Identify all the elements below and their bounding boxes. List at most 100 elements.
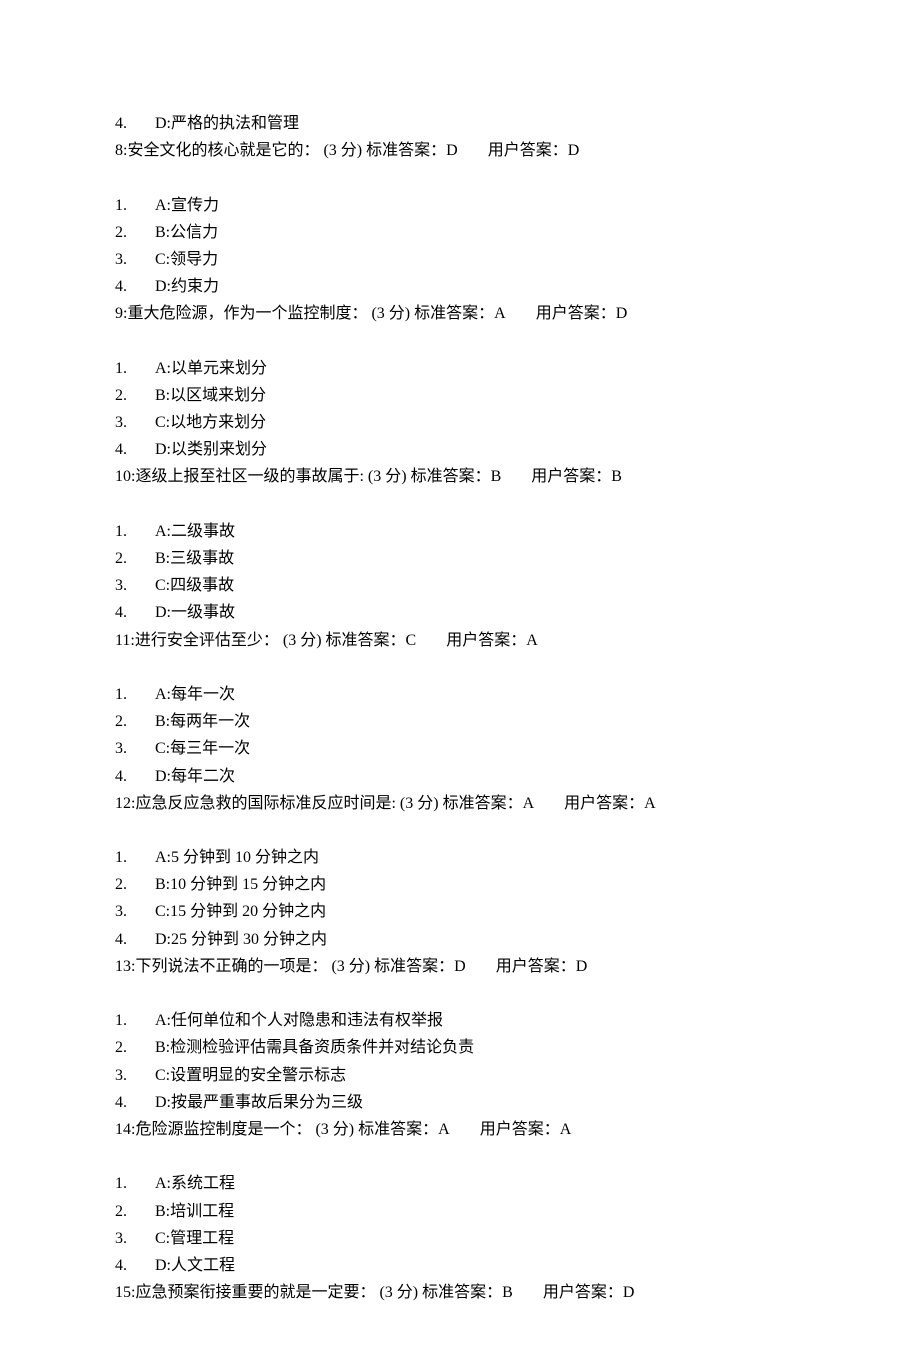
standard-answer-value: D (446, 142, 458, 159)
option-number: 1. (115, 192, 141, 219)
option-number: 1. (115, 1170, 141, 1197)
user-answer-value: D (623, 1284, 635, 1301)
option-number: 2. (115, 1034, 141, 1061)
question-number: 14 (115, 1121, 131, 1138)
option-number: 4. (115, 1252, 141, 1279)
option-text: D:以类别来划分 (155, 441, 267, 458)
option-number: 2. (115, 382, 141, 409)
answer-option: 1. A:系统工程 (115, 1170, 805, 1197)
answer-option: 1. A:5 分钟到 10 分钟之内 (115, 844, 805, 871)
option-text: C:设置明显的安全警示标志 (155, 1067, 346, 1084)
answer-option: 2. B:三级事故 (115, 545, 805, 572)
standard-answer-value: C (406, 632, 417, 649)
option-number: 4. (115, 1089, 141, 1116)
option-number: 3. (115, 735, 141, 762)
user-answer-value: A (644, 795, 656, 812)
answer-option: 4. D:按最严重事故后果分为三级 (115, 1089, 805, 1116)
option-text: D:按最严重事故后果分为三级 (155, 1094, 363, 1111)
question-number: 11 (115, 632, 130, 649)
user-answer-value: A (526, 632, 538, 649)
answer-option: 2.B:培训工程 (115, 1198, 805, 1225)
option-text: D:人文工程 (155, 1257, 235, 1274)
option-text: A:任何单位和个人对隐患和违法有权举报 (155, 1012, 443, 1029)
option-text: A:系统工程 (155, 1175, 235, 1192)
option-text: C:四级事故 (155, 577, 234, 594)
blank-line (115, 654, 805, 681)
option-number: 4. (115, 436, 141, 463)
option-text: C:15 分钟到 20 分钟之内 (155, 903, 326, 920)
answer-option: 1.A:宣传力 (115, 192, 805, 219)
standard-answer-value: A (438, 1121, 450, 1138)
option-text: D:25 分钟到 30 分钟之内 (155, 931, 327, 948)
option-number: 3. (115, 572, 141, 599)
answer-option: 4.D:每年二次 (115, 763, 805, 790)
answer-option: 3.C:以地方来划分 (115, 409, 805, 436)
option-text: B:三级事故 (155, 550, 234, 567)
standard-answer-label: 标准答案： (411, 468, 491, 485)
blank-line (115, 328, 805, 355)
answer-option: 4.D:约束力 (115, 273, 805, 300)
option-number: 4. (115, 110, 141, 137)
user-answer-value: D (568, 142, 580, 159)
standard-answer-value: B (491, 468, 502, 485)
question-line: 13:下列说法不正确的一项是： (3 分) 标准答案：D用户答案：D (115, 953, 805, 980)
option-number: 3. (115, 1225, 141, 1252)
option-text: A:5 分钟到 10 分钟之内 (155, 849, 319, 866)
user-answer-label: 用户答案： (564, 795, 644, 812)
question-stem: :进行安全评估至少： (130, 632, 278, 649)
answer-option: 2.B:公信力 (115, 219, 805, 246)
option-text: B:以区域来划分 (155, 387, 266, 404)
blank-line (115, 1143, 805, 1170)
answer-option: 3. C:每三年一次 (115, 735, 805, 762)
answer-option: 2.B:每两年一次 (115, 708, 805, 735)
blank-line (115, 980, 805, 1007)
option-number: 4. (115, 763, 141, 790)
answer-option: 1. A:以单元来划分 (115, 355, 805, 382)
answer-option: 2. B:以区域来划分 (115, 382, 805, 409)
user-answer-label: 用户答案： (496, 958, 576, 975)
option-number: 4. (115, 273, 141, 300)
standard-answer-label: 标准答案： (326, 632, 406, 649)
option-text: C:管理工程 (155, 1230, 234, 1247)
user-answer-label: 用户答案： (536, 305, 616, 322)
question-stem: :应急反应急救的国际标准反应时间是: (131, 795, 396, 812)
option-number: 1. (115, 355, 141, 382)
question-points: (3 分) (311, 1121, 354, 1138)
option-number: 4. (115, 599, 141, 626)
option-text: C:每三年一次 (155, 740, 250, 757)
user-answer-value: B (611, 468, 622, 485)
user-answer-label: 用户答案： (543, 1284, 623, 1301)
option-text: A:以单元来划分 (155, 360, 267, 377)
standard-answer-value: A (523, 795, 535, 812)
question-line: 9:重大危险源，作为一个监控制度： (3 分) 标准答案：A用户答案：D (115, 300, 805, 327)
question-number: 8 (115, 142, 123, 159)
answer-option: 4.D:严格的执法和管理 (115, 110, 805, 137)
blank-line (115, 817, 805, 844)
answer-option: 1.A:任何单位和个人对隐患和违法有权举报 (115, 1007, 805, 1034)
option-text: B:检测检验评估需具备资质条件并对结论负责 (155, 1039, 474, 1056)
option-number: 1. (115, 844, 141, 871)
answer-option: 4.D:一级事故 (115, 599, 805, 626)
question-number: 15 (115, 1284, 131, 1301)
option-number: 2. (115, 545, 141, 572)
standard-answer-label: 标准答案： (366, 142, 446, 159)
question-points: (3 分) (319, 142, 362, 159)
option-text: B:10 分钟到 15 分钟之内 (155, 876, 326, 893)
question-points: (3 分) (279, 632, 322, 649)
answer-option: 3.C:设置明显的安全警示标志 (115, 1062, 805, 1089)
user-answer-value: D (616, 305, 628, 322)
question-stem: :下列说法不正确的一项是： (131, 958, 327, 975)
question-stem: :重大危险源，作为一个监控制度： (123, 305, 367, 322)
standard-answer-label: 标准答案： (443, 795, 523, 812)
user-answer-label: 用户答案： (446, 632, 526, 649)
question-line: 12:应急反应急救的国际标准反应时间是: (3 分) 标准答案：A用户答案：A (115, 790, 805, 817)
standard-answer-value: A (494, 305, 506, 322)
answer-option: 4. D:人文工程 (115, 1252, 805, 1279)
question-line: 15:应急预案衔接重要的就是一定要： (3 分) 标准答案：B用户答案：D (115, 1279, 805, 1306)
answer-option: 2.B:10 分钟到 15 分钟之内 (115, 871, 805, 898)
standard-answer-label: 标准答案： (374, 958, 454, 975)
option-text: C:领导力 (155, 251, 218, 268)
standard-answer-value: D (454, 958, 466, 975)
option-text: A:每年一次 (155, 686, 235, 703)
option-number: 2. (115, 1198, 141, 1225)
